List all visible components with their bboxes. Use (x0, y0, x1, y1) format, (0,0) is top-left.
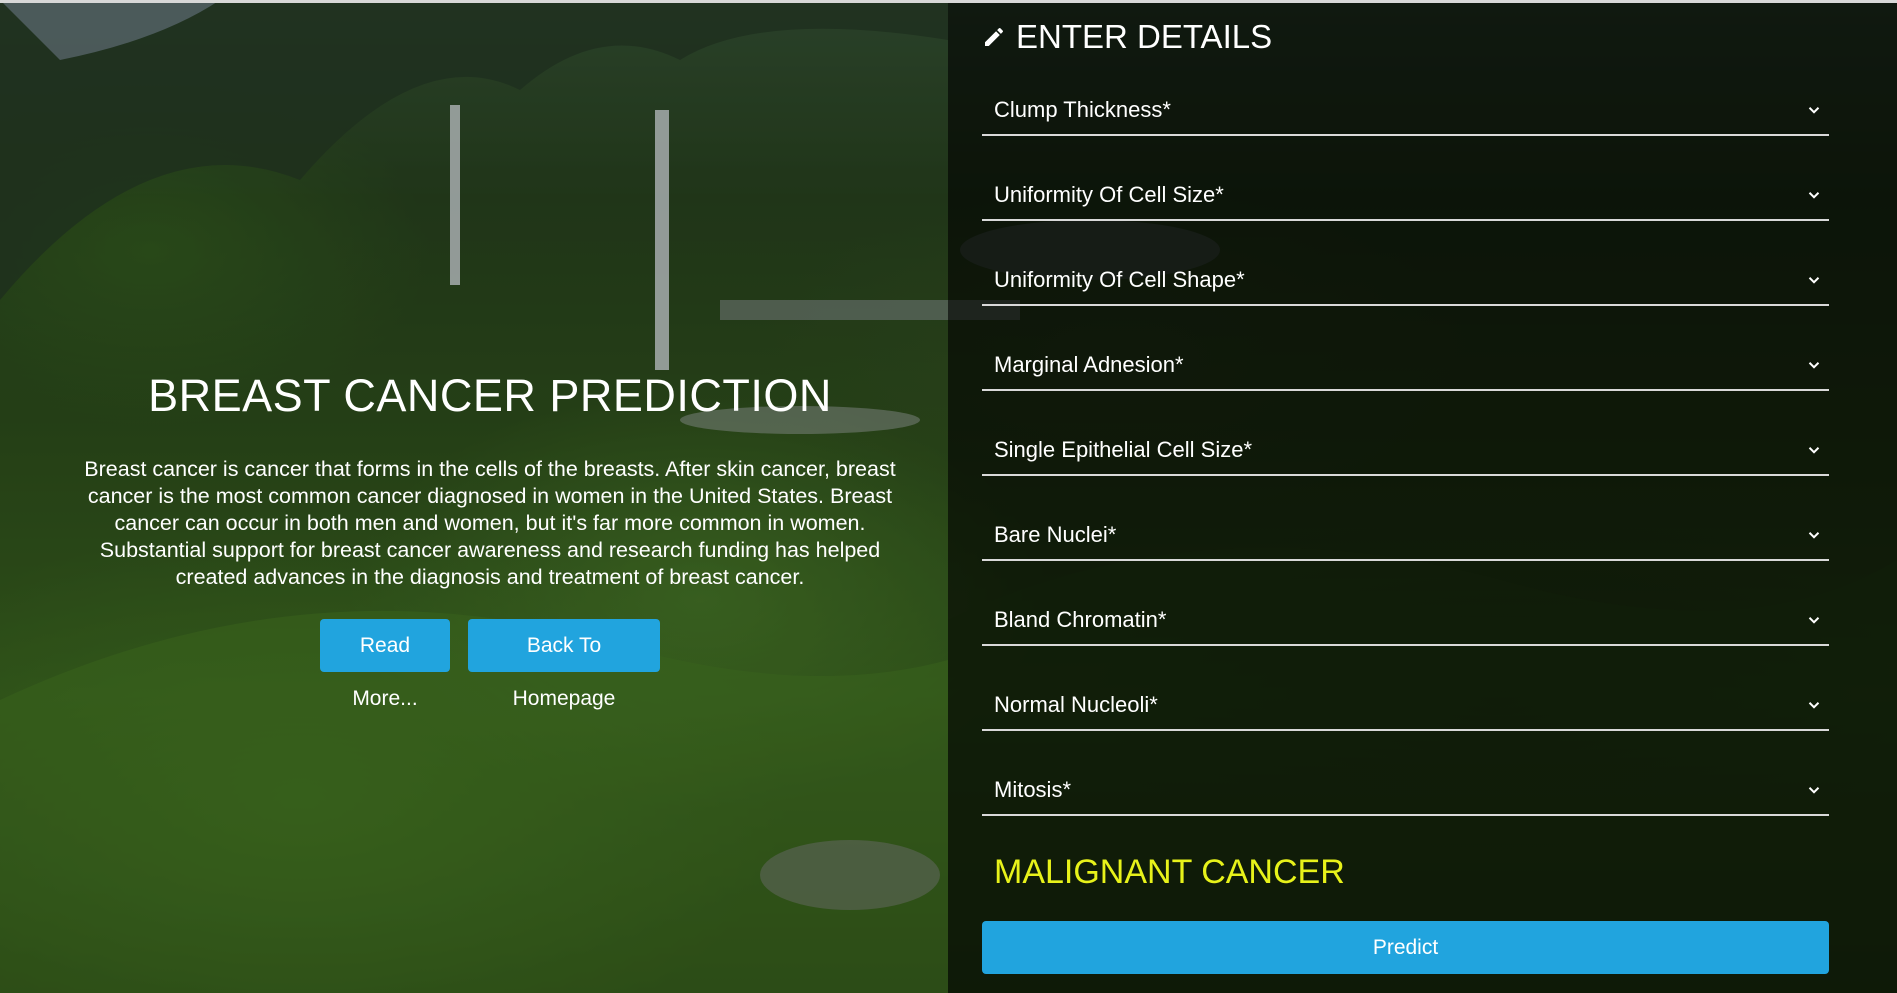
chevron-down-icon (1808, 107, 1820, 114)
field-label: Bland Chromatin* (994, 607, 1167, 632)
chevron-down-icon (1808, 447, 1820, 454)
back-to-homepage-button[interactable]: Back To Homepage (468, 619, 660, 710)
field-label: Marginal Adnesion* (994, 352, 1184, 377)
chevron-down-icon (1808, 362, 1820, 369)
field-label: Single Epithelial Cell Size* (994, 437, 1253, 462)
uniformity-cell-size-select[interactable]: Uniformity Of Cell Size* (982, 171, 1829, 221)
hero-buttons: Read More... Back To Homepage (60, 619, 920, 710)
field-label: Uniformity Of Cell Size* (994, 182, 1224, 207)
hero-section: BREAST CANCER PREDICTION Breast cancer i… (60, 370, 920, 710)
uniformity-cell-shape-select[interactable]: Uniformity Of Cell Shape* (982, 256, 1829, 306)
form-panel (948, 3, 1897, 993)
hero-description: Breast cancer is cancer that forms in th… (84, 457, 896, 589)
chevron-down-icon (1808, 532, 1820, 539)
bland-chromatin-select[interactable]: Bland Chromatin* (982, 596, 1829, 646)
pencil-icon (985, 27, 1004, 46)
page: BREAST CANCER PREDICTION Breast cancer i… (0, 0, 1897, 993)
form-title: ENTER DETAILS (1016, 18, 1273, 55)
field-label: Normal Nucleoli* (994, 692, 1158, 717)
field-label: Clump Thickness* (994, 97, 1171, 122)
chevron-down-icon (1808, 192, 1820, 199)
normal-nucleoli-select[interactable]: Normal Nucleoli* (982, 681, 1829, 731)
chevron-down-icon (1808, 277, 1820, 284)
prediction-result: MALIGNANT CANCER (994, 853, 1345, 891)
predict-button[interactable]: Predict (982, 921, 1829, 974)
field-label: Mitosis* (994, 777, 1072, 802)
form-header: ENTER DETAILS (982, 18, 1272, 56)
read-more-button[interactable]: Read More... (320, 619, 450, 710)
field-label: Bare Nuclei* (994, 522, 1117, 547)
field-label: Uniformity Of Cell Shape* (994, 267, 1245, 292)
mitosis-select[interactable]: Mitosis* (982, 766, 1829, 816)
hero-title: BREAST CANCER PREDICTION (148, 370, 832, 421)
bare-nuclei-select[interactable]: Bare Nuclei* (982, 511, 1829, 561)
top-border (0, 0, 1897, 3)
chevron-down-icon (1808, 787, 1820, 794)
marginal-adhesion-select[interactable]: Marginal Adnesion* (982, 341, 1829, 391)
chevron-down-icon (1808, 702, 1820, 709)
clump-thickness-select[interactable]: Clump Thickness* (982, 86, 1829, 136)
chevron-down-icon (1808, 617, 1820, 624)
single-epithelial-cell-size-select[interactable]: Single Epithelial Cell Size* (982, 426, 1829, 476)
